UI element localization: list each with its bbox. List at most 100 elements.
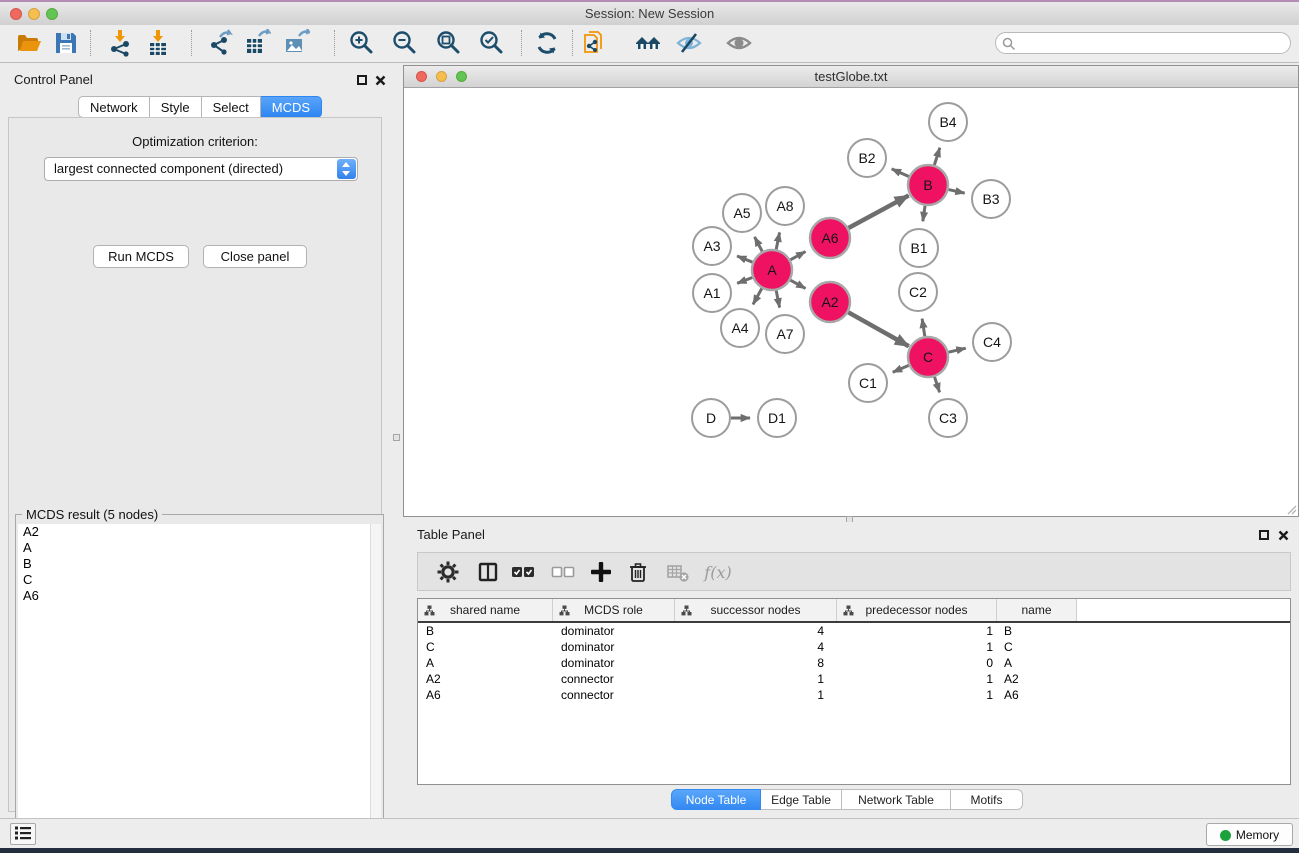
mcds-result-list[interactable]: A2 A B C A6 bbox=[18, 524, 370, 849]
zoom-out-button[interactable] bbox=[390, 29, 418, 57]
cell-name[interactable]: B bbox=[997, 624, 1077, 638]
resize-grip-icon[interactable] bbox=[1285, 503, 1297, 515]
clone-network-button[interactable] bbox=[580, 29, 608, 57]
tab-style[interactable]: Style bbox=[150, 96, 202, 118]
edge-A-A1[interactable] bbox=[737, 278, 752, 284]
save-session-button[interactable] bbox=[52, 29, 80, 57]
float-table-panel-icon[interactable] bbox=[1259, 530, 1269, 540]
open-file-button[interactable] bbox=[15, 29, 43, 57]
edge-C-C2[interactable] bbox=[922, 319, 925, 337]
column-header-successor-nodes[interactable]: successor nodes bbox=[675, 599, 837, 621]
result-item[interactable]: A bbox=[18, 540, 370, 556]
delete-column-button[interactable] bbox=[625, 559, 651, 585]
cell-successor-nodes[interactable]: 8 bbox=[675, 656, 837, 670]
cell-mcds-role[interactable]: dominator bbox=[553, 624, 675, 638]
cell-successor-nodes[interactable]: 1 bbox=[675, 688, 837, 702]
cell-predecessor-nodes[interactable]: 1 bbox=[837, 640, 997, 654]
search-box[interactable] bbox=[995, 32, 1291, 54]
show-graphics-details-button[interactable] bbox=[725, 29, 753, 57]
edge-A6-B[interactable] bbox=[848, 195, 908, 228]
task-history-button[interactable] bbox=[10, 823, 36, 845]
splitter-grip[interactable] bbox=[393, 434, 400, 441]
cell-shared-name[interactable]: C bbox=[418, 640, 553, 654]
run-mcds-button[interactable]: Run MCDS bbox=[93, 245, 189, 268]
deselect-all-button[interactable] bbox=[550, 559, 576, 585]
add-column-button[interactable] bbox=[588, 559, 614, 585]
table-row[interactable]: C dominator 4 1 C bbox=[418, 639, 1290, 655]
node-table[interactable]: shared name MCDS role successor nodes pr… bbox=[417, 598, 1291, 785]
panel-splitter-vertical[interactable] bbox=[390, 63, 403, 818]
tab-network[interactable]: Network bbox=[78, 96, 150, 118]
cell-mcds-role[interactable]: dominator bbox=[553, 656, 675, 670]
cell-predecessor-nodes[interactable]: 1 bbox=[837, 688, 997, 702]
edge-A2-C[interactable] bbox=[848, 312, 909, 346]
cell-mcds-role[interactable]: connector bbox=[553, 688, 675, 702]
import-network-button[interactable] bbox=[106, 29, 134, 57]
close-table-panel-icon[interactable] bbox=[1277, 529, 1289, 541]
table-row[interactable]: B dominator 4 1 B bbox=[418, 623, 1290, 639]
edge-C-C4[interactable] bbox=[948, 348, 965, 352]
edge-B-B3[interactable] bbox=[948, 190, 964, 194]
edge-B-B1[interactable] bbox=[923, 206, 925, 221]
edge-A-A2[interactable] bbox=[790, 280, 805, 288]
zoom-fit-button[interactable] bbox=[434, 29, 462, 57]
home-layout-button[interactable] bbox=[634, 29, 662, 57]
function-builder-button[interactable]: f(x) bbox=[701, 559, 735, 585]
tab-motifs[interactable]: Motifs bbox=[951, 789, 1023, 810]
float-panel-icon[interactable] bbox=[357, 75, 367, 85]
edge-C-C3[interactable] bbox=[935, 377, 940, 392]
result-item[interactable]: C bbox=[18, 572, 370, 588]
export-image-button[interactable] bbox=[282, 29, 310, 57]
import-table-button[interactable] bbox=[144, 29, 172, 57]
cell-shared-name[interactable]: A bbox=[418, 656, 553, 670]
tab-select[interactable]: Select bbox=[202, 96, 261, 118]
cell-shared-name[interactable]: A2 bbox=[418, 672, 553, 686]
delete-table-button[interactable] bbox=[665, 559, 691, 585]
column-header-name[interactable]: name bbox=[997, 599, 1077, 621]
close-panel-icon[interactable] bbox=[374, 74, 386, 86]
result-item[interactable]: B bbox=[18, 556, 370, 572]
close-panel-button[interactable]: Close panel bbox=[203, 245, 307, 268]
tab-network-table[interactable]: Network Table bbox=[842, 789, 951, 810]
cell-name[interactable]: A2 bbox=[997, 672, 1077, 686]
edge-B-B4[interactable] bbox=[934, 148, 939, 165]
result-list-scrollbar[interactable] bbox=[370, 524, 381, 849]
export-table-button[interactable] bbox=[243, 29, 271, 57]
edge-A-A8[interactable] bbox=[776, 232, 779, 249]
network-window-titlebar[interactable]: testGlobe.txt bbox=[404, 66, 1298, 88]
cell-successor-nodes[interactable]: 4 bbox=[675, 624, 837, 638]
column-header-shared-name[interactable]: shared name bbox=[418, 599, 553, 621]
result-item[interactable]: A6 bbox=[18, 588, 370, 604]
main-titlebar[interactable]: Session: New Session bbox=[0, 2, 1299, 25]
result-item[interactable]: A2 bbox=[18, 524, 370, 540]
cell-name[interactable]: C bbox=[997, 640, 1077, 654]
zoom-in-button[interactable] bbox=[347, 29, 375, 57]
cell-predecessor-nodes[interactable]: 1 bbox=[837, 624, 997, 638]
column-header-predecessor-nodes[interactable]: predecessor nodes bbox=[837, 599, 997, 621]
edge-A-A3[interactable] bbox=[737, 256, 752, 262]
network-canvas[interactable]: B4B2BB3A8A5A6A3B1AC2A1A2A4A7C4CC1C3DD1 bbox=[404, 88, 1298, 516]
tab-node-table[interactable]: Node Table bbox=[671, 789, 761, 810]
zoom-selected-button[interactable] bbox=[477, 29, 505, 57]
search-input[interactable] bbox=[1020, 34, 1284, 54]
tab-mcds[interactable]: MCDS bbox=[261, 96, 322, 118]
cell-successor-nodes[interactable]: 4 bbox=[675, 640, 837, 654]
edge-A-A4[interactable] bbox=[753, 288, 762, 304]
table-options-button[interactable] bbox=[435, 559, 461, 585]
refresh-button[interactable] bbox=[533, 29, 561, 57]
cell-predecessor-nodes[interactable]: 1 bbox=[837, 672, 997, 686]
memory-indicator-button[interactable]: Memory bbox=[1206, 823, 1293, 846]
column-header-mcds-role[interactable]: MCDS role bbox=[553, 599, 675, 621]
cell-shared-name[interactable]: A6 bbox=[418, 688, 553, 702]
table-row[interactable]: A6 connector 1 1 A6 bbox=[418, 687, 1290, 703]
cell-mcds-role[interactable]: connector bbox=[553, 672, 675, 686]
edge-A-A6[interactable] bbox=[790, 252, 805, 260]
cell-name[interactable]: A6 bbox=[997, 688, 1077, 702]
cell-successor-nodes[interactable]: 1 bbox=[675, 672, 837, 686]
cell-mcds-role[interactable]: dominator bbox=[553, 640, 675, 654]
show-column-button[interactable] bbox=[475, 559, 501, 585]
cell-predecessor-nodes[interactable]: 0 bbox=[837, 656, 997, 670]
cell-name[interactable]: A bbox=[997, 656, 1077, 670]
hide-graphics-details-button[interactable] bbox=[675, 29, 703, 57]
cell-shared-name[interactable]: B bbox=[418, 624, 553, 638]
